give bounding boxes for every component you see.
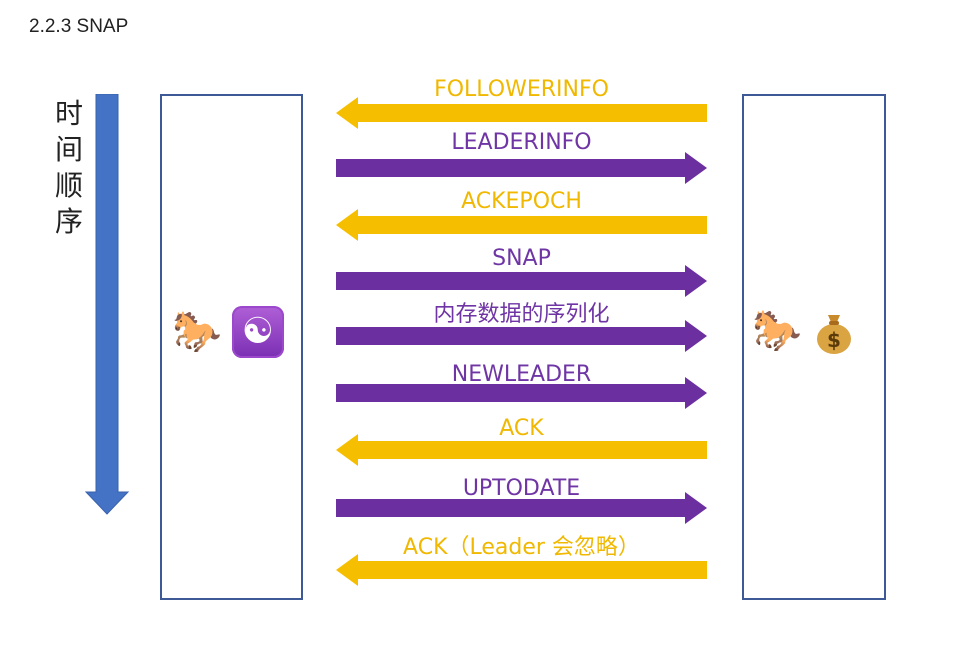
message-label: ACKEPOCH xyxy=(461,189,582,214)
message-label: 内存数据的序列化 xyxy=(433,302,609,327)
message-label: ACK xyxy=(499,416,544,441)
message-label: FOLLOWERINFO xyxy=(434,77,609,102)
message-label: ACK（Leader 会忽略） xyxy=(403,535,640,560)
message-label: NEWLEADER xyxy=(452,362,591,387)
message-arrows: FOLLOWERINFO LEADERINFO ACKEPOCH SNAP 内存数据的序… xyxy=(336,77,707,586)
arrow-right-1 xyxy=(336,152,707,184)
message-label: LEADERINFO xyxy=(451,130,591,155)
message-label: SNAP xyxy=(492,246,551,271)
message-label: UPTODATE xyxy=(463,476,580,501)
